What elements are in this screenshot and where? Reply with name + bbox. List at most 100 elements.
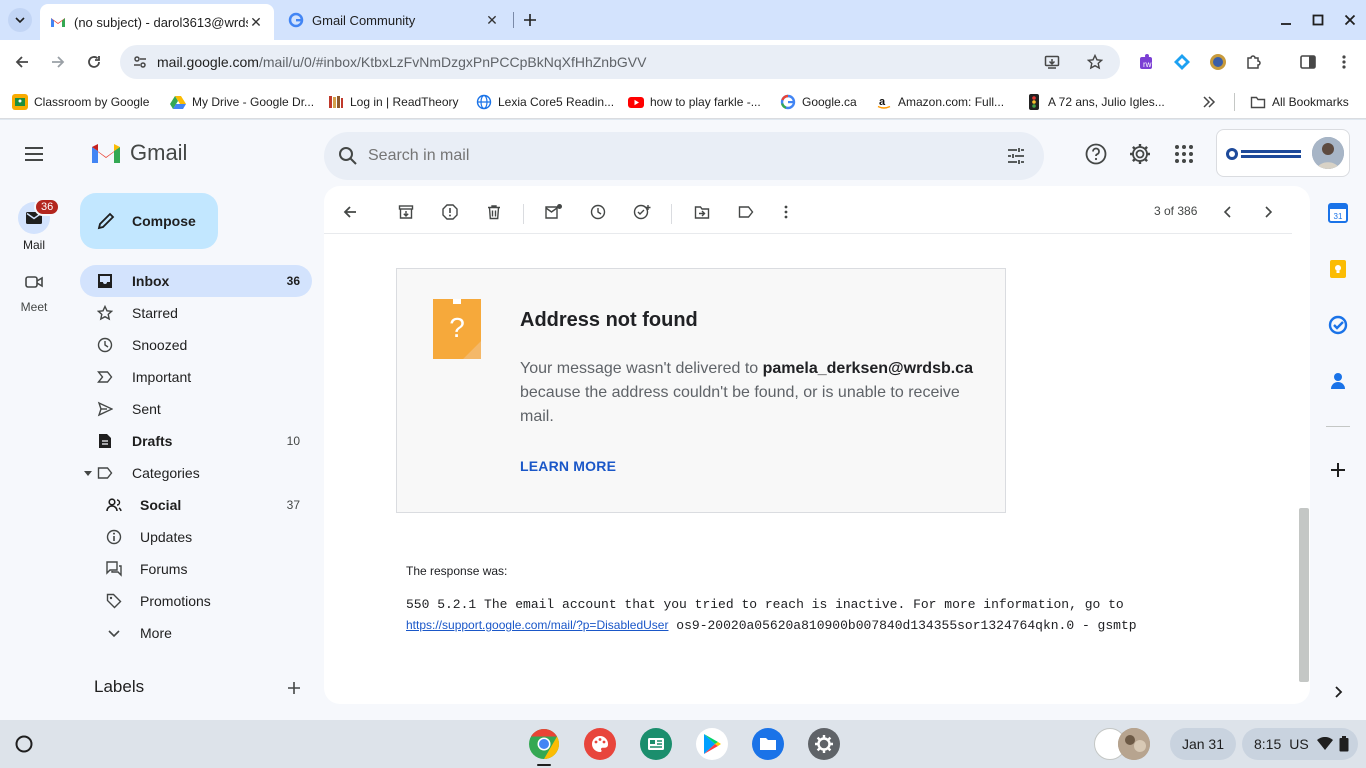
close-icon [1344, 14, 1356, 26]
close-tab-icon[interactable]: ✕ [248, 14, 264, 30]
search-input[interactable] [368, 144, 948, 168]
snooze-button[interactable] [584, 198, 612, 226]
nav-categories[interactable]: Categories [80, 457, 312, 489]
nav-updates[interactable]: Updates [80, 521, 312, 553]
status-tray[interactable]: 8:15 US [1242, 728, 1358, 760]
chrome-app[interactable] [528, 728, 560, 760]
bookmark-label: Log in | ReadTheory [350, 95, 459, 109]
keep-side-button[interactable] [1328, 259, 1348, 279]
bookmarks-overflow-button[interactable] [1202, 92, 1216, 112]
newer-button[interactable] [1214, 198, 1242, 226]
bookmark-google[interactable]: Google.ca [780, 92, 857, 112]
new-tab-button[interactable] [520, 10, 540, 30]
youtube-icon [628, 97, 644, 108]
google-apps-button[interactable] [1172, 142, 1196, 166]
tag-icon [106, 593, 122, 609]
tasks-side-button[interactable] [1328, 315, 1348, 335]
nav-starred[interactable]: Starred [80, 297, 312, 329]
address-bar[interactable]: mail.google.com/mail/u/0/#inbox/KtbxLzFv… [120, 45, 1120, 79]
app-rail: 36 Mail Meet [0, 120, 68, 720]
learn-more-link[interactable]: LEARN MORE [520, 458, 616, 474]
create-label-button[interactable] [284, 678, 304, 698]
all-bookmarks-button[interactable]: All Bookmarks [1250, 92, 1349, 112]
tab-gmail[interactable]: (no subject) - darol3613@wrdsb ✕ [40, 4, 274, 40]
nav-inbox[interactable]: Inbox 36 [80, 265, 312, 297]
report-spam-button[interactable] [436, 198, 464, 226]
mark-unread-icon [545, 204, 562, 219]
browser-menu-icon[interactable] [1332, 50, 1356, 74]
nav-more[interactable]: More [80, 617, 312, 649]
gmail-logo[interactable]: Gmail [90, 140, 187, 166]
get-addons-button[interactable] [1328, 460, 1348, 480]
nav-drafts[interactable]: Drafts 10 [80, 425, 312, 457]
delete-button[interactable] [480, 198, 508, 226]
chevron-right-icon [1335, 686, 1343, 698]
compose-button[interactable]: Compose [80, 193, 218, 249]
nav-snoozed[interactable]: Snoozed [80, 329, 312, 361]
rail-meet[interactable]: Meet [0, 270, 68, 314]
side-apps-panel: 31 [1310, 120, 1366, 720]
more-actions-button[interactable] [772, 198, 800, 226]
extensions-icon[interactable] [1242, 50, 1266, 74]
bookmark-classroom[interactable]: Classroom by Google [12, 92, 149, 112]
move-to-button[interactable] [688, 198, 716, 226]
nav-important[interactable]: Important [80, 361, 312, 393]
extension-badge-icon[interactable] [1206, 50, 1230, 74]
play-store-app[interactable] [696, 728, 728, 760]
bookmark-lexia[interactable]: Lexia Core5 Readin... [476, 92, 614, 112]
nav-forums[interactable]: Forums [80, 553, 312, 585]
calendar-side-button[interactable]: 31 [1328, 203, 1348, 223]
minimize-button[interactable] [1276, 10, 1296, 30]
site-info-icon[interactable] [132, 54, 148, 70]
launcher-button[interactable] [12, 732, 36, 756]
holding-space-tray[interactable] [1092, 728, 1160, 760]
show-side-panel-button[interactable] [1328, 682, 1348, 702]
older-button[interactable] [1254, 198, 1282, 226]
nav-promotions[interactable]: Promotions [80, 585, 312, 617]
add-to-tasks-button[interactable] [628, 198, 656, 226]
settings-app[interactable] [808, 728, 840, 760]
close-window-button[interactable] [1340, 10, 1360, 30]
nav-sent[interactable]: Sent [80, 393, 312, 425]
date-tray[interactable]: Jan 31 [1170, 728, 1236, 760]
tab-gmail-community[interactable]: Gmail Community ✕ [278, 4, 510, 36]
install-app-icon[interactable] [1044, 54, 1060, 70]
nav-social[interactable]: Social 37 [80, 489, 312, 521]
search-options-icon[interactable] [1006, 146, 1026, 166]
bookmark-amazon[interactable]: a Amazon.com: Full... [876, 92, 1004, 112]
mark-unread-button[interactable] [540, 198, 568, 226]
search-icon[interactable] [338, 146, 358, 166]
files-app[interactable] [752, 728, 784, 760]
classroom-app[interactable] [640, 728, 672, 760]
settings-button[interactable] [1128, 142, 1152, 166]
extension-diamond-icon[interactable] [1170, 50, 1194, 74]
labels-button[interactable] [732, 198, 760, 226]
archive-button[interactable] [392, 198, 420, 226]
bookmark-drive[interactable]: My Drive - Google Dr... [170, 92, 314, 112]
extension-puzzle-icon[interactable]: rw [1135, 50, 1159, 74]
bookmark-readtheory[interactable]: Log in | ReadTheory [328, 92, 459, 112]
back-to-inbox-button[interactable] [336, 198, 364, 226]
bookmark-article[interactable]: A 72 ans, Julio Igles... [1026, 92, 1165, 112]
disabled-user-help-link[interactable]: https://support.google.com/mail/?p=Disab… [406, 618, 668, 632]
more-vertical-icon [784, 205, 788, 219]
main-menu-button[interactable] [22, 142, 46, 166]
rail-mail[interactable]: 36 Mail [0, 198, 68, 252]
apps-grid-icon [1175, 145, 1193, 163]
reload-button[interactable] [82, 50, 106, 74]
canvas-app[interactable] [584, 728, 616, 760]
classroom-icon [12, 94, 28, 110]
forward-button[interactable] [46, 50, 70, 74]
mail-search-bar[interactable] [324, 132, 1044, 180]
maximize-button[interactable] [1308, 10, 1328, 30]
message-scrollbar-thumb[interactable] [1299, 508, 1309, 682]
bookmark-star-icon[interactable] [1087, 54, 1103, 70]
close-tab-icon[interactable]: ✕ [484, 12, 500, 28]
contacts-side-button[interactable] [1328, 371, 1348, 391]
tab-search-button[interactable] [8, 8, 32, 32]
bookmark-youtube[interactable]: how to play farkle -... [628, 92, 761, 112]
back-button[interactable] [10, 50, 34, 74]
svg-text:a: a [879, 96, 886, 108]
support-button[interactable] [1084, 142, 1108, 166]
side-panel-icon[interactable] [1296, 50, 1320, 74]
